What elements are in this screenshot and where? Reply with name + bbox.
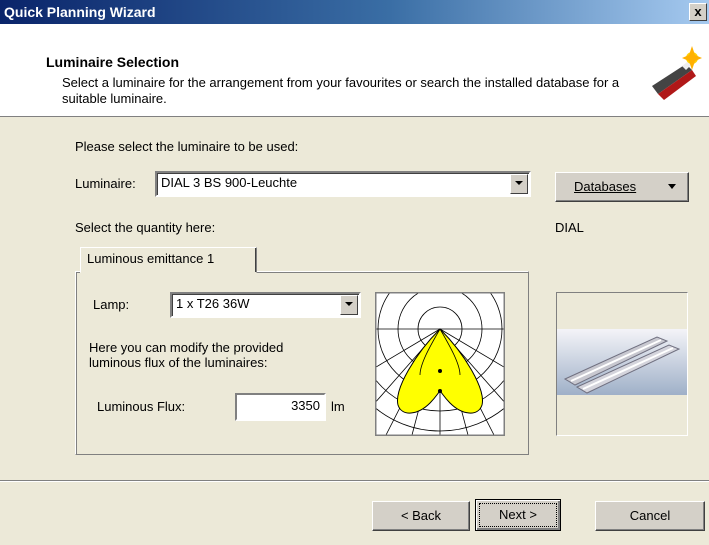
chevron-down-icon[interactable] (510, 174, 528, 194)
luminaire-photo (556, 292, 688, 436)
luminaire-prompt: Please select the luminaire to be used: (75, 139, 299, 154)
luminaire-select-value: DIAL 3 BS 900-Leuchte (161, 175, 298, 190)
databases-button-label: Databases (574, 179, 637, 194)
cancel-button-label: Cancel (629, 508, 671, 523)
luminous-flux-input[interactable]: 3350 (235, 393, 326, 421)
quantity-prompt: Select the quantity here: (75, 220, 216, 235)
luminaire-label: Luminaire: (75, 176, 136, 191)
lamp-select[interactable]: 1 x T26 36W (170, 292, 361, 318)
window-title: Quick Planning Wizard (4, 4, 156, 20)
chevron-down-icon[interactable] (340, 295, 358, 315)
light-distribution-diagram (375, 292, 505, 436)
close-button[interactable]: x (689, 3, 707, 21)
cancel-button[interactable]: Cancel (595, 501, 705, 531)
tab-label: Luminous emittance 1 (87, 251, 215, 266)
databases-button[interactable]: Databases (555, 172, 689, 202)
flux-unit: lm (331, 399, 345, 414)
manufacturer-name: DIAL (555, 220, 584, 235)
back-button[interactable]: < Back (372, 501, 470, 531)
modify-flux-text: Here you can modify the provided luminou… (89, 340, 284, 370)
luminaire-image (557, 329, 687, 395)
wizard-header: Luminaire Selection Select a luminaire f… (0, 24, 709, 117)
luminaire-select[interactable]: DIAL 3 BS 900-Leuchte (155, 171, 531, 197)
tab-luminous-emittance-1[interactable]: Luminous emittance 1 (80, 247, 257, 273)
dropdown-arrow-icon (668, 184, 676, 189)
title-bar: Quick Planning Wizard x (0, 0, 709, 24)
next-button[interactable]: Next > (475, 499, 561, 531)
page-title: Luminaire Selection (46, 54, 180, 70)
back-button-label: < Back (400, 508, 442, 523)
next-button-label: Next > (499, 507, 537, 522)
flux-value: 3350 (291, 398, 320, 413)
flux-label: Luminous Flux: (97, 399, 186, 414)
lamp-label: Lamp: (93, 297, 130, 312)
footer-separator (0, 480, 709, 482)
wizard-wand-icon (652, 46, 702, 100)
page-description: Select a luminaire for the arrangement f… (62, 75, 620, 106)
lamp-select-value: 1 x T26 36W (176, 296, 250, 311)
